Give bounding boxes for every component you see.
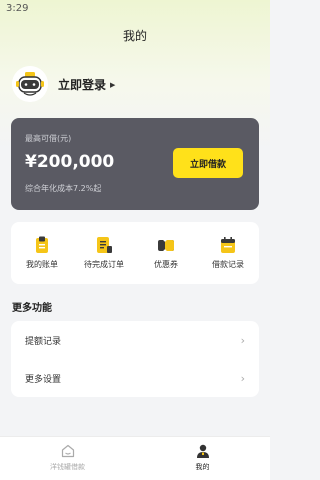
user-icon	[196, 444, 209, 458]
tab-mine[interactable]: 我的	[135, 437, 270, 480]
list-item-limit-record[interactable]: 提额记录 ›	[11, 321, 259, 359]
login-label: 立即登录	[58, 78, 107, 92]
list-item-label: 提额记录	[25, 336, 62, 347]
coupon-icon	[158, 238, 174, 253]
quick-action-label: 我的账单	[26, 260, 58, 269]
tab-label: 洋钱罐借款	[50, 463, 85, 471]
credit-amount: ¥200,000	[25, 152, 115, 172]
order-icon	[97, 237, 112, 253]
tab-label: 我的	[195, 463, 210, 471]
page-title: 我的	[122, 29, 147, 43]
quick-action-label: 待完成订单	[84, 260, 124, 269]
more-section-title: 更多功能	[12, 303, 52, 314]
robot-avatar-icon	[12, 66, 48, 102]
quick-action-coupon[interactable]: 优惠券	[135, 222, 197, 284]
rate-note: 综合年化成本7.2%起	[25, 184, 102, 193]
chevron-right-icon: ›	[240, 333, 245, 347]
quick-action-bill[interactable]: 我的账单	[11, 222, 73, 284]
home-icon	[61, 444, 74, 458]
borrow-button[interactable]: 立即借款	[173, 148, 243, 178]
quick-action-order[interactable]: 待完成订单	[73, 222, 135, 284]
chevron-right-icon: ›	[240, 371, 245, 385]
tab-home[interactable]: 洋钱罐借款	[0, 437, 135, 480]
credit-card: 最高可借(元) ¥200,000 综合年化成本7.2%起 立即借款	[11, 118, 259, 210]
list-item-more-settings[interactable]: 更多设置 ›	[11, 359, 259, 397]
credit-label: 最高可借(元)	[25, 134, 72, 143]
caret-right-icon: ▶	[110, 80, 116, 89]
bill-icon	[36, 236, 48, 253]
login-link[interactable]: 立即登录 ▶	[58, 76, 115, 93]
list-item-label: 更多设置	[25, 374, 62, 385]
avatar[interactable]	[12, 66, 48, 102]
quick-action-loan-record[interactable]: 借款记录	[197, 222, 259, 284]
tab-bar: 洋钱罐借款 我的	[0, 436, 270, 480]
status-time: 3:29	[6, 3, 29, 14]
loan-record-icon	[221, 237, 235, 253]
quick-action-label: 优惠券	[154, 260, 178, 269]
quick-action-label: 借款记录	[212, 260, 244, 269]
more-list: 提额记录 › 更多设置 ›	[11, 321, 259, 397]
quick-actions: 我的账单 待完成订单 优惠券 借款记录	[11, 222, 259, 284]
